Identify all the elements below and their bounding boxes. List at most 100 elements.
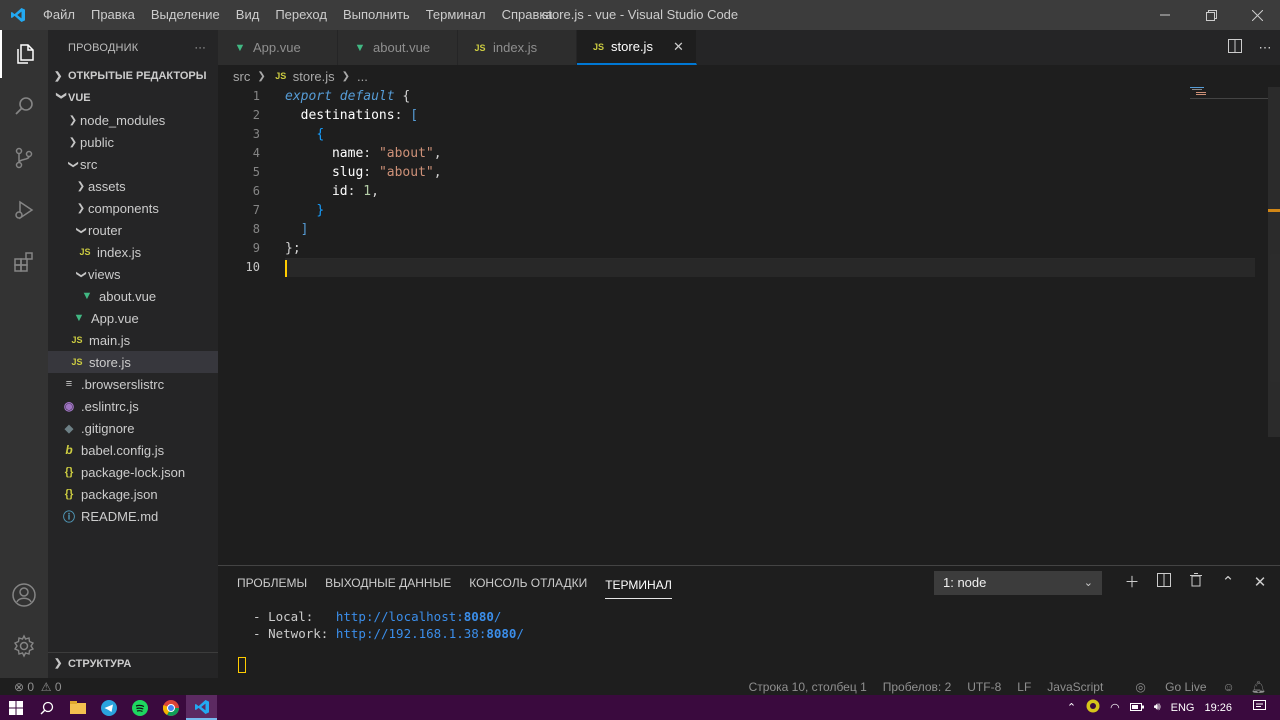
tree-item-package-lock[interactable]: {} package-lock.json (48, 461, 218, 483)
clock[interactable]: 19:26 (1204, 702, 1232, 714)
split-editor-icon[interactable] (1220, 39, 1250, 56)
outline-section[interactable]: ❯ СТРУКТУРА (48, 652, 218, 674)
line-ending[interactable]: LF (1017, 680, 1031, 694)
tree-item-assets[interactable]: ❯ assets (48, 175, 218, 197)
menu-run[interactable]: Выполнить (335, 0, 418, 30)
tree-item-label: .browserslistrc (81, 376, 165, 392)
code-content: export default { destinations: [ { name:… (285, 87, 1255, 277)
tree-item-src[interactable]: ❯ src (48, 153, 218, 175)
terminal-url[interactable]: http://localhost:8080/ (336, 609, 502, 624)
tree-item-public[interactable]: ❯ public (48, 131, 218, 153)
code-editor[interactable]: 1 2 3 4 5 6 7 8 9 10 export default { de… (218, 87, 1280, 565)
tree-item-main-js[interactable]: JS main.js (48, 329, 218, 351)
go-live-button[interactable]: ◎ Go Live (1119, 680, 1206, 694)
file-explorer-icon[interactable] (62, 695, 93, 720)
terminal-output[interactable]: - Local: http://localhost:8080/ - Networ… (238, 608, 524, 642)
close-panel-icon[interactable]: ✕ (1244, 571, 1276, 595)
run-debug-icon[interactable] (0, 186, 48, 234)
vscode-logo-icon[interactable] (0, 0, 35, 30)
code-line: name: "about", (331, 146, 442, 161)
indentation[interactable]: Пробелов: 2 (883, 680, 952, 694)
terminal-select[interactable]: 1: node ⌄ (934, 571, 1102, 595)
open-editors-section[interactable]: ❯ ОТКРЫТЫЕ РЕДАКТОРЫ (48, 65, 218, 87)
account-icon[interactable] (0, 571, 48, 619)
terminal-url[interactable]: http://192.168.1.38:8080/ (336, 626, 524, 641)
breadcrumb-file[interactable]: store.js (293, 69, 335, 84)
tree-item-browserslistrc[interactable]: ≡ .browserslistrc (48, 373, 218, 395)
tree-item-index-js[interactable]: JS index.js (48, 241, 218, 263)
wifi-icon[interactable]: ◠ (1110, 701, 1120, 714)
chevron-right-icon: ❯ (68, 136, 78, 148)
code-line: { (285, 125, 1255, 144)
more-actions-icon[interactable]: ··· (194, 42, 206, 54)
restore-button[interactable] (1188, 0, 1234, 30)
tab-index-js[interactable]: JS index.js (458, 30, 577, 65)
menu-go[interactable]: Переход (267, 0, 335, 30)
telegram-icon[interactable] (93, 695, 124, 720)
tree-item-views[interactable]: ❯ views (48, 263, 218, 285)
more-actions-icon[interactable]: ⋯ (1250, 40, 1280, 56)
split-terminal-icon[interactable] (1148, 571, 1180, 595)
close-window-button[interactable] (1234, 0, 1280, 30)
tree-item-router[interactable]: ❯ router (48, 219, 218, 241)
project-label: VUE (68, 92, 91, 104)
volume-icon[interactable]: 🔊︎ (1154, 701, 1161, 714)
source-control-icon[interactable] (0, 134, 48, 182)
menu-edit[interactable]: Правка (83, 0, 143, 30)
tab-problems[interactable]: ПРОБЛЕМЫ (237, 566, 307, 601)
vscode-taskbar-icon[interactable] (186, 695, 217, 720)
battery-icon[interactable] (1129, 702, 1144, 714)
windows-start-icon[interactable] (0, 695, 31, 720)
menu-view[interactable]: Вид (228, 0, 268, 30)
extensions-icon[interactable] (0, 238, 48, 286)
tree-item-gitignore[interactable]: ◆ .gitignore (48, 417, 218, 439)
new-terminal-icon[interactable]: ＋ (1116, 571, 1148, 595)
menu-help[interactable]: Справка (494, 0, 561, 30)
problems-indicator[interactable]: ⊗ 0 ⚠ 0 (14, 680, 62, 694)
cursor-position[interactable]: Строка 10, столбец 1 (749, 680, 867, 694)
tree-item-package-json[interactable]: {} package.json (48, 483, 218, 505)
chrome-icon[interactable] (155, 695, 186, 720)
search-icon[interactable] (31, 695, 62, 720)
minimize-button[interactable] (1142, 0, 1188, 30)
tray-app-icon[interactable] (1086, 699, 1100, 716)
code-line: export default { (285, 87, 1255, 106)
close-tab-icon[interactable]: ✕ (671, 39, 686, 55)
chevron-up-icon[interactable]: ⌃ (1067, 701, 1076, 714)
menu-file[interactable]: Файл (35, 0, 83, 30)
tree-item-babel-config[interactable]: b babel.config.js (48, 439, 218, 461)
tree-item-eslintrc[interactable]: ◉ .eslintrc.js (48, 395, 218, 417)
tree-item-store-js[interactable]: JS store.js (48, 351, 218, 373)
encoding[interactable]: UTF-8 (967, 680, 1001, 694)
tab-debug-console[interactable]: КОНСОЛЬ ОТЛАДКИ (469, 566, 587, 601)
tab-store-js[interactable]: JS store.js ✕ (577, 30, 697, 65)
tree-item-about-vue[interactable]: ▼ about.vue (48, 285, 218, 307)
action-center-icon[interactable] (1253, 700, 1266, 715)
menu-selection[interactable]: Выделение (143, 0, 228, 30)
tab-app-vue[interactable]: ▼ App.vue (218, 30, 338, 65)
settings-gear-icon[interactable] (0, 622, 48, 670)
tree-item-readme[interactable]: ⓘ README.md (48, 505, 218, 527)
breadcrumb-folder[interactable]: src (233, 69, 250, 84)
minimap[interactable] (1190, 87, 1268, 101)
feedback-icon[interactable]: ☺ (1223, 680, 1235, 694)
tab-terminal[interactable]: ТЕРМИНАЛ (605, 568, 672, 599)
project-section[interactable]: ❯ VUE (48, 87, 218, 109)
tab-about-vue[interactable]: ▼ about.vue (338, 30, 458, 65)
js-file-icon: JS (474, 42, 486, 53)
spotify-icon[interactable] (124, 695, 155, 720)
input-language[interactable]: ENG (1171, 702, 1195, 714)
explorer-icon[interactable] (0, 30, 48, 78)
tab-output[interactable]: ВЫХОДНЫЕ ДАННЫЕ (325, 566, 451, 601)
tree-item-app-vue[interactable]: ▼ App.vue (48, 307, 218, 329)
breadcrumb-symbol[interactable]: ... (357, 69, 368, 84)
maximize-panel-icon[interactable]: ⌃ (1212, 571, 1244, 595)
vertical-scrollbar[interactable] (1268, 87, 1280, 437)
tree-item-node-modules[interactable]: ❯ node_modules (48, 109, 218, 131)
notifications-icon[interactable]: 🔔︎ (1251, 680, 1266, 694)
search-icon[interactable] (0, 82, 48, 130)
trash-icon[interactable] (1180, 571, 1212, 595)
tree-item-components[interactable]: ❯ components (48, 197, 218, 219)
language-mode[interactable]: JavaScript (1047, 680, 1103, 694)
menu-terminal[interactable]: Терминал (418, 0, 494, 30)
